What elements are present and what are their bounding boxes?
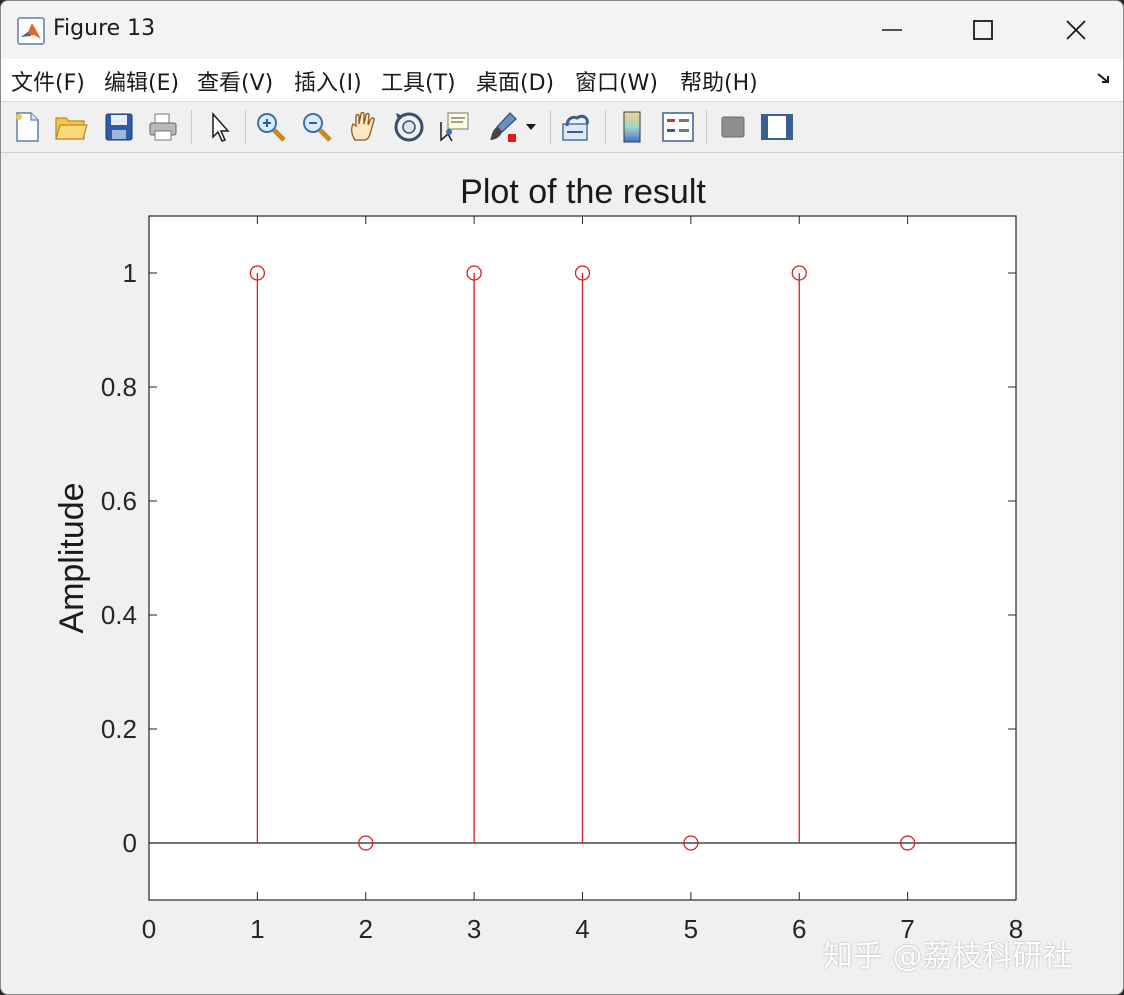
toolbar-separator: [191, 110, 192, 144]
brush-button[interactable]: [485, 108, 521, 146]
pan-button[interactable]: [345, 108, 381, 146]
zoom-in-button[interactable]: [253, 108, 289, 146]
x-tick-label: 4: [575, 914, 589, 944]
link-plot-icon: [562, 114, 589, 141]
y-tick-label: 1: [123, 258, 137, 288]
chart-title: Plot of the result: [460, 173, 706, 211]
menu-edit[interactable]: 编辑(E): [104, 65, 179, 97]
x-tick-label: 3: [467, 914, 481, 944]
link-plot-button[interactable]: [559, 108, 595, 146]
new-figure-icon: [16, 112, 39, 142]
zoom-out-icon: [303, 113, 332, 142]
menu-bar: 文件(F) 编辑(E) 查看(V) 插入(I) 工具(T) 桌面(D) 窗口(W…: [1, 59, 1123, 102]
toolbar-separator: [605, 110, 606, 144]
data-cursor-icon: [440, 112, 469, 142]
toolbar-separator: [245, 110, 246, 144]
colorbar-icon: [623, 111, 641, 143]
watermark: 知乎 @荔枝科研社: [823, 939, 1073, 974]
menu-insert[interactable]: 插入(I): [294, 65, 362, 97]
y-tick-label: 0.8: [101, 372, 137, 402]
figure-window: Figure 13 文件(F) 编辑(E) 查看(V) 插入(I) 工具(T) …: [0, 0, 1124, 995]
stem-plot: Plot of the result Amplitude 0 1 2 3 4 5 6 7 800…: [53, 173, 1023, 944]
hide-plot-tools-icon: [721, 116, 745, 138]
hide-plot-tools-button[interactable]: [715, 108, 751, 146]
open-file-icon: [55, 117, 88, 140]
minimize-icon: [882, 29, 902, 31]
window-title: Figure 13: [53, 16, 156, 41]
close-icon: [1066, 20, 1086, 40]
brush-dropdown-button[interactable]: [521, 108, 541, 146]
y-axis-label: Amplitude: [53, 482, 91, 633]
toolbar: [1, 102, 1123, 153]
x-tick-label: 5: [684, 914, 698, 944]
print-button[interactable]: [145, 108, 181, 146]
toolbar-separator: [550, 110, 551, 144]
matlab-icon: [17, 17, 45, 45]
y-tick-label: 0.4: [101, 600, 137, 630]
zoom-in-icon: [257, 113, 286, 142]
y-tick-label: 0.6: [101, 486, 137, 516]
menu-view[interactable]: 查看(V): [197, 65, 273, 97]
y-tick-label: 0.2: [101, 714, 137, 744]
save-icon: [105, 113, 133, 141]
menu-help[interactable]: 帮助(H): [680, 65, 758, 97]
maximize-icon: [973, 20, 993, 40]
x-tick-label: 6: [792, 914, 806, 944]
show-plot-tools-icon: [761, 114, 793, 140]
legend-icon: [662, 112, 694, 142]
figure-canvas: Plot of the result Amplitude 01234567800…: [1, 153, 1123, 994]
brush-icon: [490, 112, 517, 142]
menu-file[interactable]: 文件(F): [11, 65, 85, 97]
save-button[interactable]: [101, 108, 137, 146]
x-tick-label: 2: [359, 914, 373, 944]
minimize-button[interactable]: [846, 1, 938, 59]
pan-icon: [351, 111, 375, 141]
brush-dropdown-icon: [526, 124, 536, 130]
x-tick-label: 1: [250, 914, 264, 944]
toolbar-separator: [706, 110, 707, 144]
dock-arrow-icon[interactable]: [1095, 69, 1113, 87]
menu-desktop[interactable]: 桌面(D): [476, 65, 554, 97]
rotate-3d-button[interactable]: [391, 108, 427, 146]
title-bar: Figure 13: [1, 1, 1123, 59]
close-button[interactable]: [1030, 1, 1122, 59]
pointer-button[interactable]: [201, 108, 237, 146]
maximize-button[interactable]: [937, 1, 1029, 59]
rotate-3d-icon: [394, 112, 424, 142]
legend-button[interactable]: [660, 108, 696, 146]
colorbar-button[interactable]: [614, 108, 650, 146]
open-file-button[interactable]: [53, 108, 89, 146]
zoom-out-button[interactable]: [299, 108, 335, 146]
menu-tools[interactable]: 工具(T): [381, 65, 456, 97]
pointer-icon: [212, 112, 230, 142]
print-icon: [149, 113, 177, 141]
x-tick-label: 0: [142, 914, 156, 944]
data-cursor-button[interactable]: [437, 108, 473, 146]
y-tick-label: 0: [123, 828, 137, 858]
show-plot-tools-button[interactable]: [759, 108, 795, 146]
new-figure-button[interactable]: [9, 108, 45, 146]
menu-window[interactable]: 窗口(W): [575, 65, 658, 97]
